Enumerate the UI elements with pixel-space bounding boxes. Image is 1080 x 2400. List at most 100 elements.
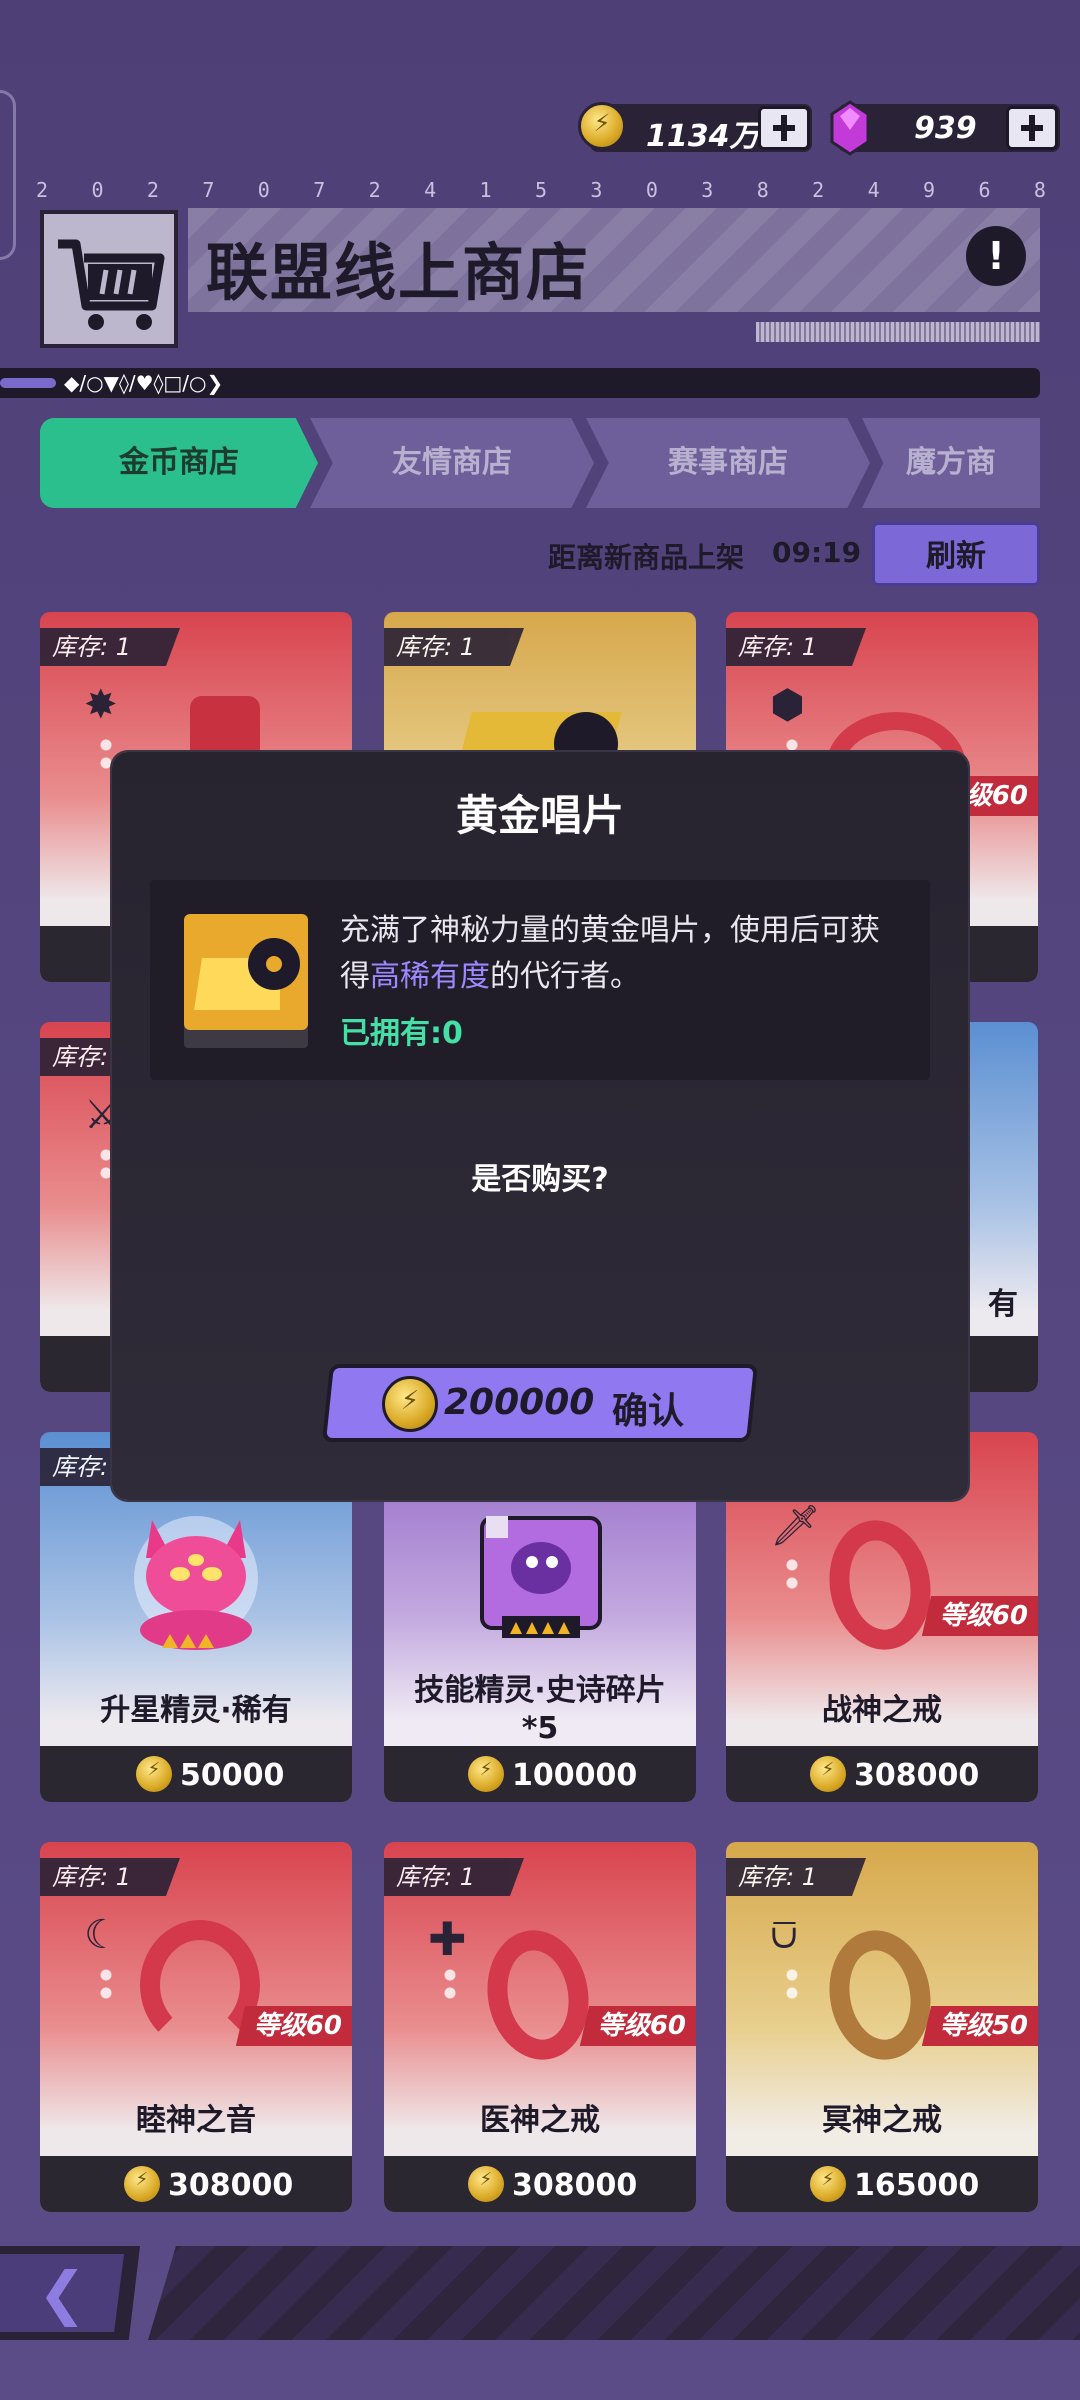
restock-label: 距离新商品上架: [548, 541, 745, 574]
price-bar: 308000: [40, 2156, 352, 2212]
cross-icon: ✚: [428, 1912, 467, 1966]
serial-digit: 2: [146, 178, 159, 202]
serial-digit: 5: [534, 178, 547, 202]
item-price: 165000: [854, 2168, 980, 2203]
confirm-purchase-button[interactable]: 200000 确认: [321, 1364, 759, 1442]
rarity-highlight: 高稀有度: [370, 959, 490, 994]
shop-item-card[interactable]: 库存: 1 ☾ 等级60 睦神之音 308000: [40, 1842, 352, 2212]
sword-icon: 🗡: [770, 1503, 821, 1549]
serial-digit: 0: [257, 178, 270, 202]
serial-digit: 2: [36, 178, 49, 202]
serial-digit: 4: [867, 178, 880, 202]
serial-digit: 4: [424, 178, 437, 202]
tab-cube-shop[interactable]: 魔方商: [862, 418, 1040, 508]
tab-tournament-shop[interactable]: 赛事商店: [586, 418, 870, 508]
tab-gold-shop[interactable]: 金币商店: [40, 418, 318, 508]
star-spirit-image: [134, 1516, 258, 1650]
serial-digit: 7: [202, 178, 215, 202]
tab-friendship-shop[interactable]: 友情商店: [310, 418, 594, 508]
serial-digits: 2 0 2 7 0 7 2 4 1 5 3 0 3 8 2 4 9 6 8: [36, 178, 1046, 202]
coin-amount: 1134万: [646, 119, 760, 154]
price-bar: 165000: [726, 2156, 1038, 2212]
gem-pill: 939: [838, 104, 1060, 152]
item-price: 308000: [168, 2168, 294, 2203]
level-tag: 等级50: [921, 2006, 1038, 2046]
stock-label: 库存: 1: [40, 628, 180, 666]
coin-icon: [468, 2166, 504, 2202]
purchase-dialog: 黄金唱片 充满了神秘力量的黄金唱片，使用后可获得高稀有度的代行者。 已拥有:0 …: [112, 752, 968, 1500]
price-bar: 308000: [726, 1746, 1038, 1802]
confirm-label: 确认: [612, 1391, 685, 1432]
coin-icon: [578, 102, 626, 150]
info-icon[interactable]: !: [966, 226, 1026, 286]
star-burst-icon: ✸: [84, 682, 118, 728]
item-price: 100000: [512, 1758, 638, 1793]
dots-decoration: [100, 736, 112, 772]
gem-icon: [830, 100, 870, 156]
stock-label: 库存: 1: [726, 628, 866, 666]
crescent-icon: ☾: [84, 1912, 120, 1958]
left-edge-ornament: [0, 90, 16, 260]
owned-count: 已拥有:0: [340, 1016, 463, 1051]
serial-digit: 1: [479, 178, 492, 202]
dialog-title: 黄金唱片: [455, 791, 624, 840]
add-coins-button[interactable]: [758, 106, 810, 150]
refresh-button[interactable]: 刷新: [872, 522, 1040, 586]
serial-digit: 9: [923, 178, 936, 202]
skill-spirit-fragment-image: [480, 1516, 602, 1638]
price-bar: 308000: [384, 2156, 696, 2212]
back-button[interactable]: ❮: [0, 2246, 140, 2340]
dots-decoration: [786, 1556, 798, 1592]
cart-icon: [40, 210, 178, 348]
shop-item-card[interactable]: 库存: 1 ⩂ 等级50 冥神之戒 165000: [726, 1842, 1038, 2212]
coin-icon: [136, 1756, 172, 1792]
serial-digit: 3: [701, 178, 714, 202]
stock-label: 库存: 1: [40, 1858, 180, 1896]
hexagon-cluster-icon: ⬢: [770, 682, 805, 728]
serial-digit: 8: [1033, 178, 1046, 202]
item-name: 睦神之音: [136, 2103, 256, 2138]
level-tag: 等级60: [579, 2006, 696, 2046]
serial-digit: 2: [812, 178, 825, 202]
item-price: 308000: [854, 1758, 980, 1793]
serial-digit: 0: [91, 178, 104, 202]
item-name: 医神之戒: [480, 2103, 600, 2138]
gold-record-icon: [184, 914, 308, 1048]
price-bar: 50000: [40, 1746, 352, 1802]
dots-decoration: [786, 1966, 798, 2002]
serial-digit: 2: [368, 178, 381, 202]
coin-icon: [810, 2166, 846, 2202]
serial-digit: 3: [590, 178, 603, 202]
back-arrow-icon: ❮: [0, 2254, 124, 2332]
fang-icon: ⩂: [770, 1912, 798, 1958]
item-description: 充满了神秘力量的黄金唱片，使用后可获得高稀有度的代行者。: [340, 913, 880, 994]
serial-digit: 6: [978, 178, 991, 202]
barcode-decoration: [756, 322, 1040, 342]
item-name: 升星精灵·稀有: [100, 1693, 292, 1728]
gem-amount: 939: [914, 111, 977, 146]
purchase-price: 200000: [444, 1382, 595, 1423]
bottom-bar: [148, 2246, 1080, 2340]
dots-decoration: [444, 1966, 456, 2002]
coin-icon: [124, 2166, 160, 2202]
item-name: 战神之戒: [822, 1693, 942, 1728]
shop-item-card[interactable]: 库存: 1 ✚ 等级60 医神之戒 308000: [384, 1842, 696, 2212]
level-tag: 等级60: [235, 2006, 352, 2046]
dots-decoration: [100, 1146, 112, 1182]
item-price: 50000: [180, 1758, 285, 1793]
stock-label: 库存: 1: [726, 1858, 866, 1896]
serial-digit: 0: [645, 178, 658, 202]
item-info-panel: 充满了神秘力量的黄金唱片，使用后可获得高稀有度的代行者。 已拥有:0: [150, 880, 930, 1080]
page-title: 联盟线上商店: [206, 236, 591, 309]
item-name: 冥神之戒: [822, 2103, 942, 2138]
serial-digit: 7: [313, 178, 326, 202]
coin-icon: [468, 1756, 504, 1792]
symbol-strip: ◆/○▼◊/♥◊□/○❯: [0, 368, 1040, 398]
item-name: 技能精灵·史诗碎片*5: [414, 1673, 666, 1746]
price-bar: 100000: [384, 1746, 696, 1802]
coin-icon: [810, 1756, 846, 1792]
item-price: 308000: [512, 2168, 638, 2203]
add-gems-button[interactable]: [1006, 106, 1058, 150]
restock-timer: 09:19: [772, 536, 862, 569]
coin-icon: [382, 1376, 438, 1432]
